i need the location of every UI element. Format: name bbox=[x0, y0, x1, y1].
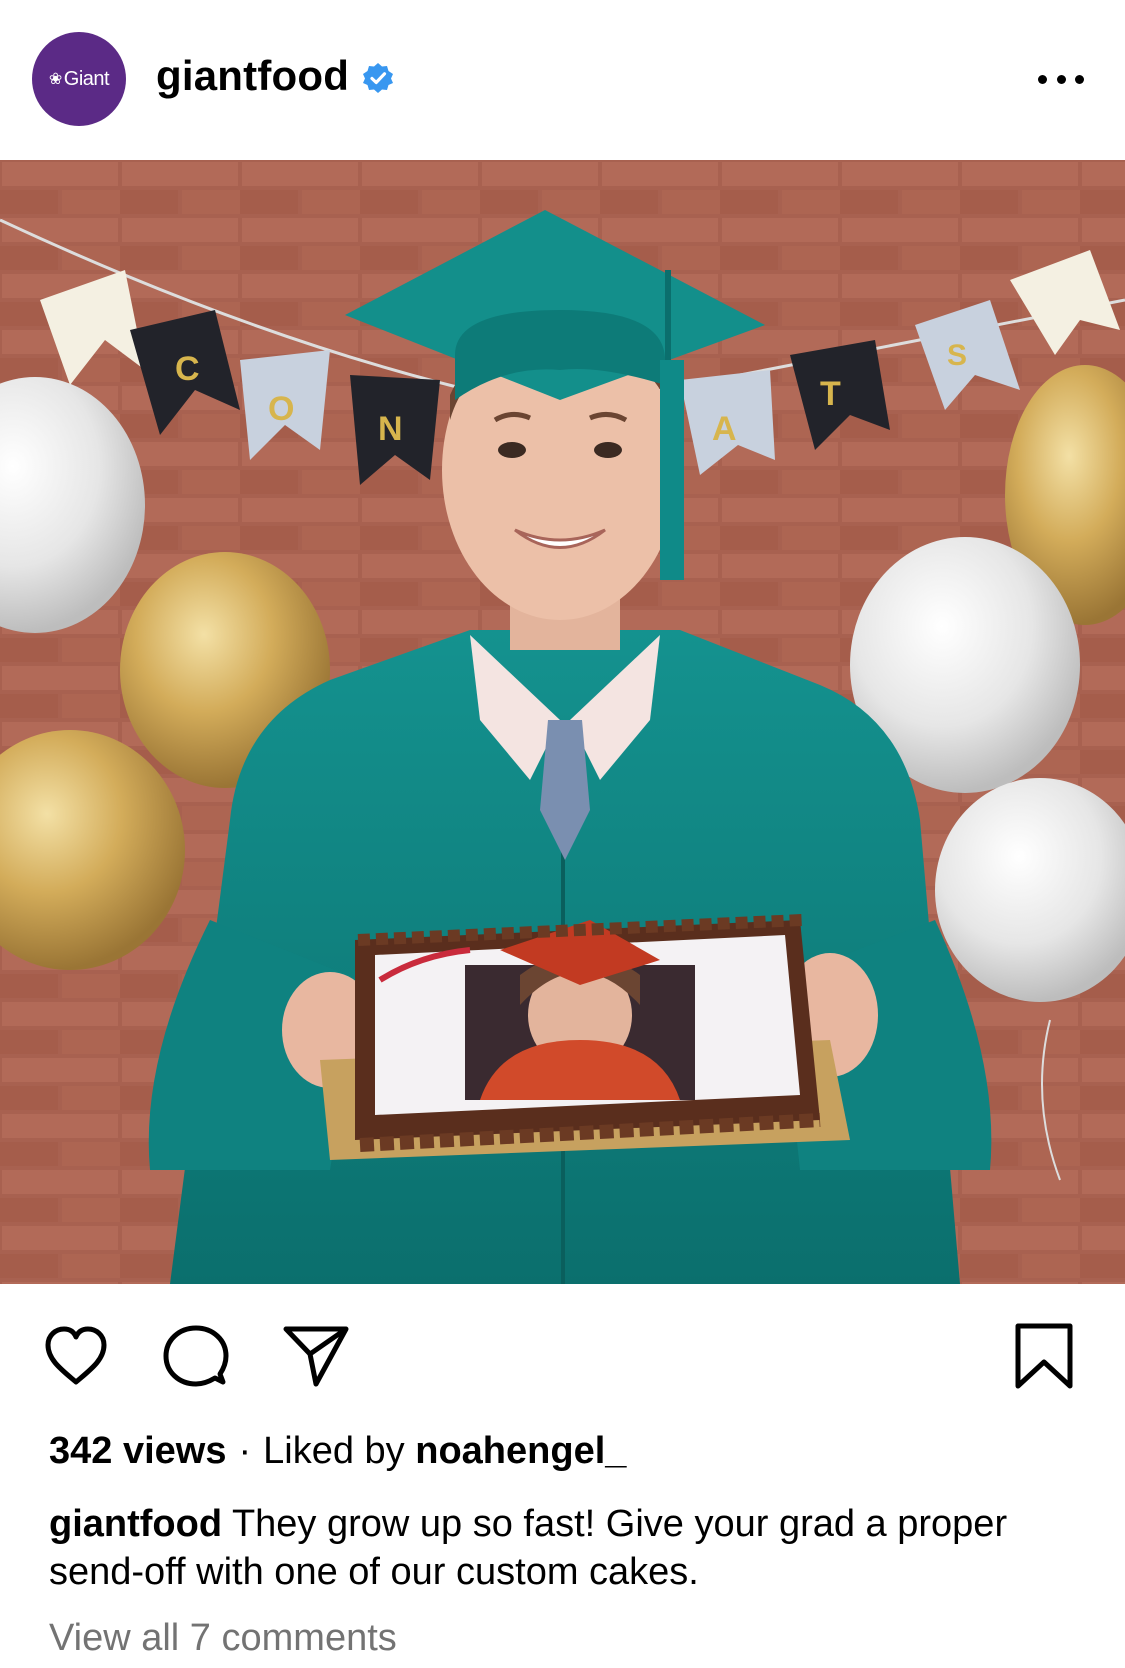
liked-by-user[interactable]: noahengel_ bbox=[415, 1430, 626, 1472]
banner-letter: A bbox=[712, 410, 737, 448]
post-username[interactable]: giantfood bbox=[156, 52, 349, 100]
graduation-photo: C O N A T S bbox=[0, 160, 1125, 1284]
post-caption: giantfood They grow up so fast! Give you… bbox=[49, 1500, 1089, 1596]
giant-leaf-icon: ❀ bbox=[48, 71, 62, 88]
avatar[interactable]: ❀ Giant bbox=[32, 32, 126, 126]
banner-letter: C bbox=[175, 350, 200, 388]
bookmark-icon[interactable] bbox=[1008, 1320, 1080, 1392]
banner-letter: S bbox=[947, 339, 967, 372]
liked-by-prefix: Liked by bbox=[263, 1430, 405, 1472]
more-options-icon[interactable] bbox=[1038, 72, 1084, 86]
graduation-cake bbox=[320, 914, 850, 1160]
like-icon[interactable] bbox=[40, 1320, 112, 1392]
post-media[interactable]: C O N A T S bbox=[0, 160, 1125, 1284]
share-icon[interactable] bbox=[280, 1320, 352, 1392]
post-header: ❀ Giant giantfood bbox=[0, 0, 1125, 160]
caption-username[interactable]: giantfood bbox=[49, 1503, 222, 1545]
comment-icon[interactable] bbox=[160, 1320, 232, 1392]
view-comments-link[interactable]: View all 7 comments bbox=[49, 1617, 397, 1660]
separator: · bbox=[238, 1430, 252, 1472]
verified-icon bbox=[363, 63, 393, 93]
banner-letter: T bbox=[820, 375, 841, 413]
avatar-label: Giant bbox=[63, 67, 110, 90]
post-stats: 342 views · Liked by noahengel_ bbox=[49, 1430, 626, 1473]
banner-letter: O bbox=[268, 390, 294, 428]
banner-letter: N bbox=[378, 410, 403, 448]
views-count[interactable]: 342 views bbox=[49, 1430, 226, 1472]
action-bar bbox=[0, 1320, 1125, 1400]
